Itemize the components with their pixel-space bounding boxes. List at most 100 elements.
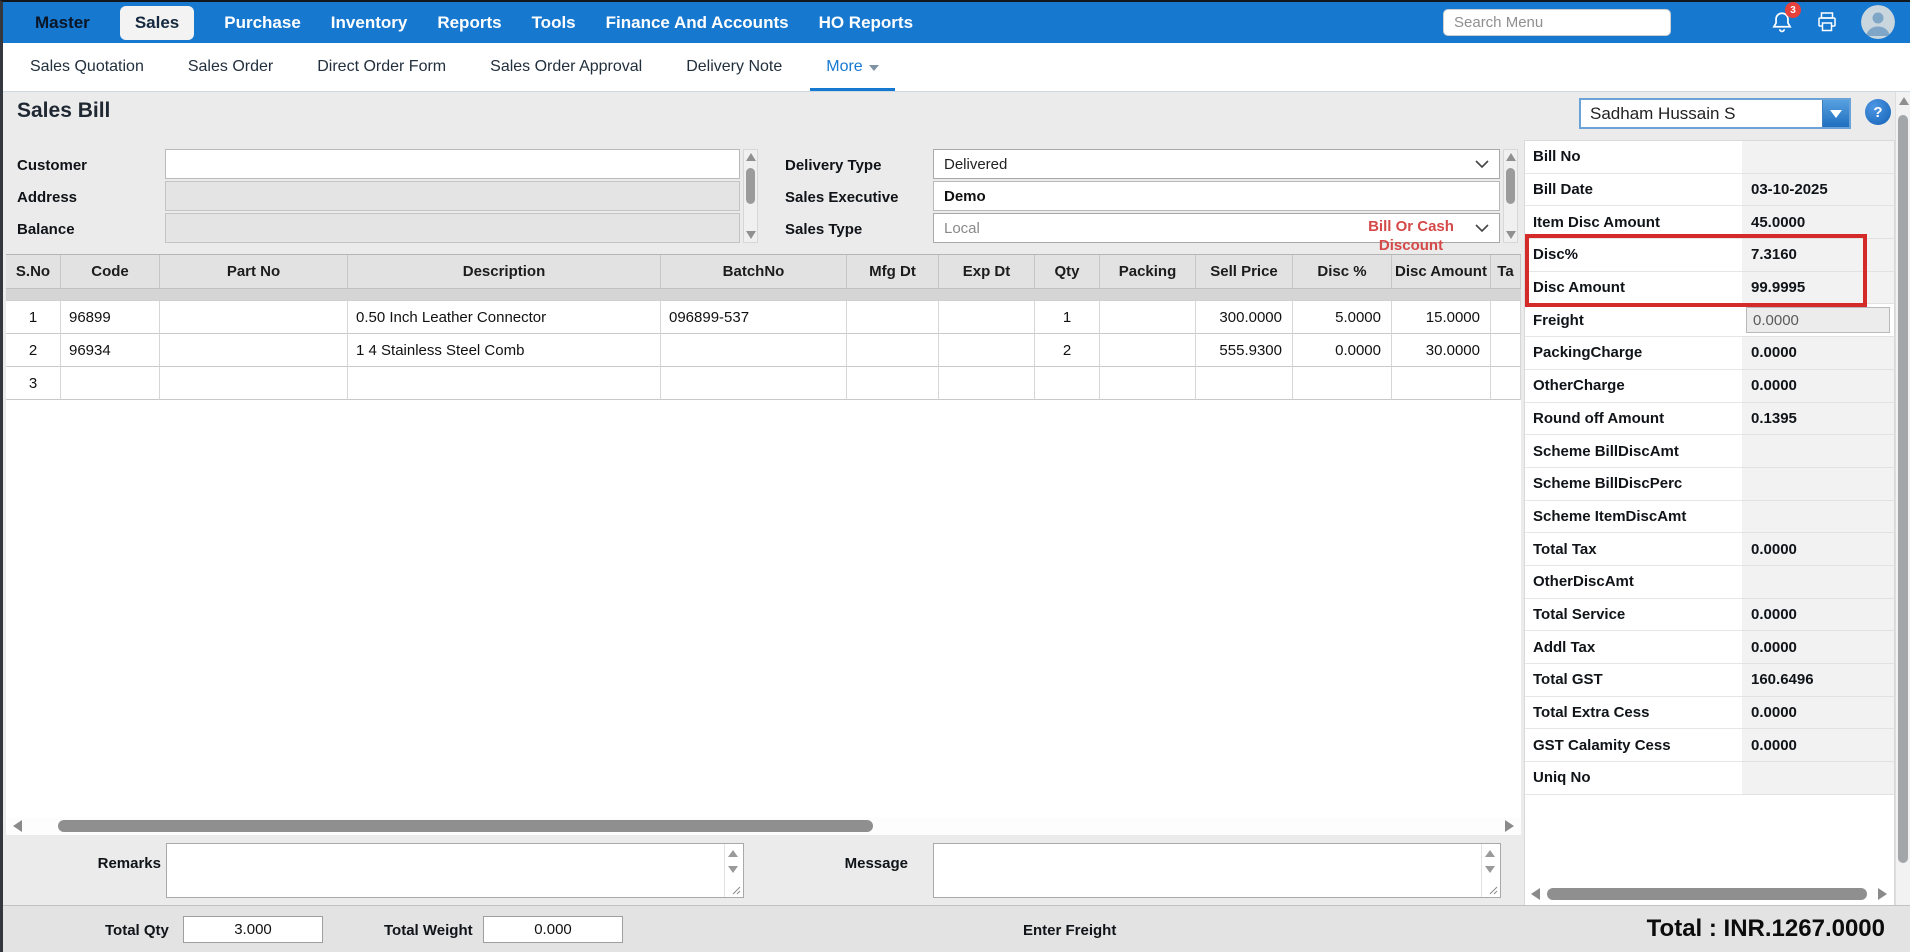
cell-part-no[interactable]	[160, 334, 348, 367]
resize-handle[interactable]	[1488, 885, 1498, 895]
message-textarea[interactable]	[933, 843, 1501, 898]
customer-input[interactable]	[165, 149, 740, 179]
delivery-type-select[interactable]: Delivered	[933, 149, 1500, 179]
col-header-part-no[interactable]: Part No	[160, 255, 348, 288]
nav-item-purchase[interactable]: Purchase	[224, 13, 301, 33]
cell-code[interactable]: 96899	[61, 301, 160, 334]
col-header-exp-dt[interactable]: Exp Dt	[939, 255, 1035, 288]
cell-description[interactable]: 0.50 Inch Leather Connector	[348, 301, 661, 334]
col-header-tax[interactable]: Ta	[1491, 255, 1521, 288]
col-header-disc-amount[interactable]: Disc Amount	[1392, 255, 1491, 288]
scroll-right-arrow-icon[interactable]	[1878, 888, 1887, 900]
cell-mfg-dt[interactable]	[847, 334, 939, 367]
cell-disc-amount[interactable]: 30.0000	[1392, 334, 1491, 367]
scroll-down-arrow-icon[interactable]	[1506, 231, 1516, 239]
nav-item-reports[interactable]: Reports	[437, 13, 501, 33]
cell-sno[interactable]: 3	[6, 367, 61, 400]
scroll-left-arrow-icon[interactable]	[13, 820, 22, 832]
cell-disc-pct[interactable]	[1293, 367, 1392, 400]
user-select[interactable]: Sadham Hussain S	[1579, 98, 1851, 129]
printer-icon[interactable]	[1815, 10, 1839, 34]
cell-mfg-dt[interactable]	[847, 301, 939, 334]
cell-disc-amount[interactable]	[1392, 367, 1491, 400]
form-right-scrollbar[interactable]	[1503, 149, 1518, 243]
cell-batch-no[interactable]	[661, 334, 847, 367]
scroll-right-arrow-icon[interactable]	[1505, 820, 1514, 832]
scroll-up-arrow-icon[interactable]	[1506, 153, 1516, 161]
scrollbar-thumb[interactable]	[1506, 168, 1515, 204]
scroll-up-arrow-icon[interactable]	[1899, 97, 1909, 105]
help-icon[interactable]: ?	[1865, 99, 1891, 125]
scroll-down-arrow-icon[interactable]	[728, 866, 738, 873]
scroll-up-arrow-icon[interactable]	[1485, 850, 1495, 857]
remarks-textarea[interactable]	[166, 843, 744, 898]
col-header-description[interactable]: Description	[348, 255, 661, 288]
cell-tax[interactable]	[1491, 334, 1521, 367]
total-qty-field[interactable]	[183, 916, 323, 943]
col-header-sell-price[interactable]: Sell Price	[1196, 255, 1293, 288]
cell-batch-no[interactable]: 096899-537	[661, 301, 847, 334]
col-header-batch-no[interactable]: BatchNo	[661, 255, 847, 288]
cell-exp-dt[interactable]	[939, 367, 1035, 400]
grid-horizontal-scrollbar[interactable]	[6, 817, 1521, 835]
col-header-mfg-dt[interactable]: Mfg Dt	[847, 255, 939, 288]
resize-handle[interactable]	[731, 885, 741, 895]
cell-sell-price[interactable]: 555.9300	[1196, 334, 1293, 367]
cell-disc-pct[interactable]: 5.0000	[1293, 301, 1392, 334]
cell-part-no[interactable]	[160, 367, 348, 400]
nav-item-master[interactable]: Master	[35, 13, 90, 33]
page-vertical-scrollbar[interactable]	[1895, 92, 1910, 952]
tab-direct-order-form[interactable]: Direct Order Form	[317, 43, 446, 91]
cell-qty[interactable]	[1035, 367, 1100, 400]
nav-item-inventory[interactable]: Inventory	[331, 13, 408, 33]
freight-input[interactable]: 0.0000	[1746, 307, 1890, 333]
scrollbar-thumb[interactable]	[58, 820, 873, 832]
tab-sales-order[interactable]: Sales Order	[188, 43, 273, 91]
cell-disc-amount[interactable]: 15.0000	[1392, 301, 1491, 334]
scroll-up-arrow-icon[interactable]	[746, 153, 756, 161]
tab-delivery-note[interactable]: Delivery Note	[686, 43, 782, 91]
cell-sno[interactable]: 1	[6, 301, 61, 334]
scroll-left-arrow-icon[interactable]	[1531, 888, 1540, 900]
cell-description[interactable]: 1 4 Stainless Steel Comb	[348, 334, 661, 367]
cell-disc-pct[interactable]: 0.0000	[1293, 334, 1392, 367]
scrollbar-thumb[interactable]	[1547, 888, 1867, 900]
cell-packing[interactable]	[1100, 301, 1196, 334]
cell-exp-dt[interactable]	[939, 334, 1035, 367]
scroll-down-arrow-icon[interactable]	[746, 231, 756, 239]
scroll-up-arrow-icon[interactable]	[728, 850, 738, 857]
scrollbar-thumb[interactable]	[1898, 115, 1908, 863]
cell-qty[interactable]: 1	[1035, 301, 1100, 334]
tab-sales-order-approval[interactable]: Sales Order Approval	[490, 43, 642, 91]
scrollbar-thumb[interactable]	[746, 168, 755, 204]
nav-item-tools[interactable]: Tools	[532, 13, 576, 33]
cell-code[interactable]	[61, 367, 160, 400]
scroll-down-arrow-icon[interactable]	[1485, 866, 1495, 873]
nav-item-finance[interactable]: Finance And Accounts	[606, 13, 789, 33]
tab-sales-quotation[interactable]: Sales Quotation	[30, 43, 144, 91]
panel-horizontal-scrollbar[interactable]	[1529, 886, 1889, 902]
cell-description[interactable]	[348, 367, 661, 400]
sales-executive-field[interactable]: Demo	[933, 181, 1500, 211]
cell-tax[interactable]	[1491, 301, 1521, 334]
cell-sno[interactable]: 2	[6, 334, 61, 367]
cell-exp-dt[interactable]	[939, 301, 1035, 334]
tab-more[interactable]: More	[826, 43, 878, 91]
col-header-packing[interactable]: Packing	[1100, 255, 1196, 288]
cell-code[interactable]: 96934	[61, 334, 160, 367]
cell-packing[interactable]	[1100, 334, 1196, 367]
col-header-sno[interactable]: S.No	[6, 255, 61, 288]
cell-part-no[interactable]	[160, 301, 348, 334]
col-header-disc-pct[interactable]: Disc %	[1293, 255, 1392, 288]
nav-item-ho-reports[interactable]: HO Reports	[819, 13, 913, 33]
col-header-qty[interactable]: Qty	[1035, 255, 1100, 288]
cell-batch-no[interactable]	[661, 367, 847, 400]
cell-sell-price[interactable]	[1196, 367, 1293, 400]
cell-tax[interactable]	[1491, 367, 1521, 400]
nav-item-sales[interactable]: Sales	[120, 6, 194, 40]
cell-mfg-dt[interactable]	[847, 367, 939, 400]
cell-sell-price[interactable]: 300.0000	[1196, 301, 1293, 334]
form-left-scrollbar[interactable]	[743, 149, 758, 243]
cell-qty[interactable]: 2	[1035, 334, 1100, 367]
cell-packing[interactable]	[1100, 367, 1196, 400]
